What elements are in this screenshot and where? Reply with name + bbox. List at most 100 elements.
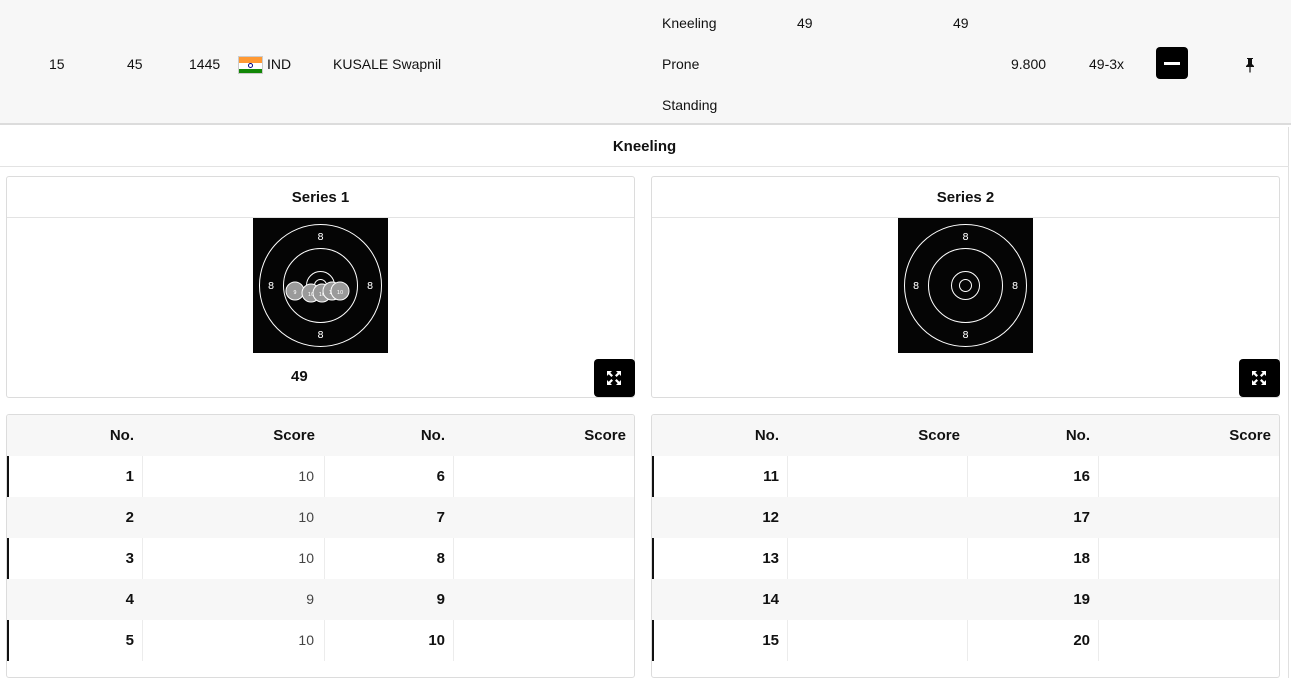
shot-score	[787, 579, 959, 620]
country-code: IND	[267, 56, 292, 72]
shot-score	[1098, 620, 1271, 661]
column-header-score: Score	[918, 427, 960, 444]
shot-score: 9	[306, 591, 314, 607]
position-prone-label: Prone	[662, 56, 700, 72]
shot-score: 10	[298, 468, 314, 484]
position-kneeling-label: Kneeling	[662, 15, 717, 31]
table-row: 1 10 6	[7, 456, 634, 497]
shot-number: 10	[428, 632, 445, 649]
shot-score	[1098, 538, 1271, 579]
shot-number: 8	[436, 550, 445, 567]
ring-label-bottom: 8	[962, 330, 968, 341]
athlete-result-row[interactable]: 15 45 1445 IND KUSALE Swapnil Kneeling P…	[0, 0, 1291, 125]
table-row: 13 18	[652, 538, 1279, 579]
shot-number: 14	[762, 591, 779, 608]
shot-number: 18	[1073, 550, 1090, 567]
series-2-expand-button[interactable]	[1239, 359, 1280, 397]
ring-label-right: 8	[367, 281, 373, 292]
table-row: 3 10 8	[7, 538, 634, 579]
series-2-card: Series 2 8 8 8 8	[651, 176, 1280, 398]
shot-score	[453, 456, 626, 497]
ring-label-bottom: 8	[317, 330, 323, 341]
ring-label-top: 8	[317, 232, 323, 243]
svg-text:10: 10	[337, 290, 343, 296]
shot-number: 1	[125, 468, 134, 485]
shot-number: 19	[1073, 591, 1090, 608]
table-row: 11 16	[652, 456, 1279, 497]
shot-score	[787, 538, 959, 579]
position-standing-label: Standing	[662, 97, 718, 113]
column-header-no: No.	[754, 427, 779, 444]
india-flag-icon	[238, 56, 263, 74]
expand-icon	[1252, 371, 1266, 385]
shot-marker: 9	[285, 281, 305, 301]
inner-tens-value: 45	[127, 56, 143, 72]
column-header-score: Score	[273, 427, 315, 444]
shot-score	[453, 579, 626, 620]
table-row: 5 10 10	[7, 620, 634, 661]
series-2-title: Series 2	[652, 177, 1279, 218]
table-row: 12 17	[652, 497, 1279, 538]
shot-number: 4	[125, 591, 134, 608]
shot-score	[1098, 497, 1271, 538]
table-row: 4 9 9	[7, 579, 634, 620]
kneeling-total-score: 49	[953, 15, 969, 31]
ring-label-right: 8	[1012, 281, 1018, 292]
series-2-target[interactable]: 8 8 8 8	[898, 218, 1033, 353]
table-row: 2 10 7	[7, 497, 634, 538]
panel-title: Kneeling	[0, 127, 1289, 167]
rank-value: 15	[49, 56, 65, 72]
svg-text:9: 9	[293, 290, 296, 296]
shot-number: 20	[1073, 632, 1090, 649]
series-1-shots-table: No. Score No. Score 1 10 6 2 10 7 3 10 8	[6, 414, 635, 678]
shot-number: 7	[436, 509, 445, 526]
kneeling-series-score: 49	[797, 15, 813, 31]
shot-number: 6	[436, 468, 445, 485]
shot-score	[453, 538, 626, 579]
position-detail-panel: Kneeling Series 1 8 8 8 8 9 10 10 10 49 …	[0, 127, 1289, 678]
shot-score	[787, 620, 959, 661]
shot-score	[787, 456, 959, 497]
shot-score: 10	[298, 509, 314, 525]
column-header-no: No.	[1065, 427, 1090, 444]
collapse-button[interactable]	[1156, 47, 1188, 79]
series-1-target[interactable]: 8 8 8 8 9 10 10 10	[253, 218, 388, 353]
shot-score	[1098, 456, 1271, 497]
table-header-row: No. Score No. Score	[7, 415, 634, 456]
series-1-total: 49	[291, 368, 308, 385]
shot-number: 9	[436, 591, 445, 608]
table-header-row: No. Score No. Score	[652, 415, 1279, 456]
shot-number: 5	[125, 632, 134, 649]
ring-label-left: 8	[913, 281, 919, 292]
series-result-value: 49-3x	[1089, 56, 1125, 72]
series-2-shots-table: No. Score No. Score 11 16 12 17 13 18 14…	[651, 414, 1280, 678]
total-score-value: 1445	[189, 56, 221, 72]
series-1-title: Series 1	[7, 177, 634, 218]
shot-number: 12	[762, 509, 779, 526]
table-row: 15 20	[652, 620, 1279, 661]
shot-number: 3	[125, 550, 134, 567]
shot-score	[787, 497, 959, 538]
column-header-no: No.	[420, 427, 445, 444]
shot-number: 15	[762, 632, 779, 649]
ring-label-left: 8	[268, 281, 274, 292]
shot-number: 11	[763, 468, 779, 485]
shot-score	[1098, 579, 1271, 620]
ring-label-top: 8	[962, 232, 968, 243]
column-header-score: Score	[584, 427, 626, 444]
minus-icon	[1164, 62, 1180, 65]
athlete-name[interactable]: KUSALE Swapnil	[333, 56, 441, 72]
shot-score	[453, 497, 626, 538]
pin-icon[interactable]	[1243, 57, 1257, 73]
column-header-score: Score	[1229, 427, 1271, 444]
shot-marker: 10	[330, 281, 350, 301]
shot-number: 16	[1073, 468, 1090, 485]
shot-number: 17	[1073, 509, 1090, 526]
shot-score	[453, 620, 626, 661]
series-1-expand-button[interactable]	[594, 359, 635, 397]
shot-number: 2	[125, 509, 134, 526]
shot-number: 13	[762, 550, 779, 567]
table-row: 14 19	[652, 579, 1279, 620]
shot-score: 10	[298, 632, 314, 648]
average-shot-value: 9.800	[1011, 56, 1047, 72]
